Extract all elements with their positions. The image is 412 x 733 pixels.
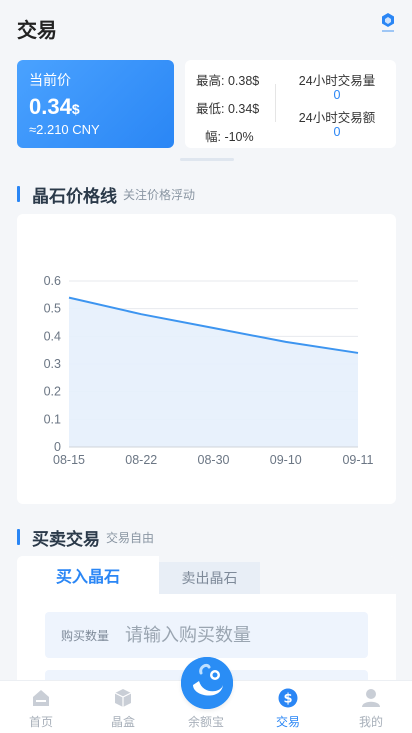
price-number: 0.34 bbox=[29, 94, 72, 119]
tab-sell[interactable]: 卖出晶石 bbox=[159, 562, 260, 594]
current-price-label: 当前价 bbox=[29, 72, 71, 88]
center-logo-button[interactable] bbox=[181, 657, 233, 709]
trade-subtitle: 交易自由 bbox=[106, 530, 155, 545]
carousel-indicator bbox=[180, 158, 234, 161]
tab-label: 首页 bbox=[28, 715, 53, 729]
chart-section-title: 晶石价格线 关注价格浮动 bbox=[17, 184, 196, 206]
header: 交易 bbox=[0, 0, 412, 52]
price-chart-card: 0 0.1 0.2 0.3 0.4 0.5 0.6 08-15 08-22 08-30 09-10 0… bbox=[17, 214, 396, 504]
tab-home[interactable]: 首页 bbox=[0, 681, 82, 733]
y-tick-label: 0.3 bbox=[44, 357, 61, 371]
tab-label: 我的 bbox=[358, 715, 383, 729]
y-tick-label: 0.2 bbox=[44, 385, 61, 399]
current-price-value: 0.34$ bbox=[29, 94, 162, 120]
section-bar bbox=[17, 529, 20, 545]
tab-label: 晶盒 bbox=[110, 715, 135, 729]
page-title: 交易 bbox=[17, 20, 57, 42]
user-icon bbox=[362, 689, 380, 707]
price-cny: ≈2.210 CNY bbox=[29, 122, 100, 137]
stat-change: 幅: -10% bbox=[205, 130, 254, 144]
tab-label: 交易 bbox=[275, 715, 300, 729]
tab-mine[interactable]: 我的 bbox=[330, 681, 412, 733]
amount-label: 24小时交易额 bbox=[298, 111, 376, 125]
tab-spacer bbox=[260, 556, 396, 594]
price-stats-card: 最高: 0.38$ 最低: 0.34$ 幅: -10% 24小时交易量 0 24… bbox=[185, 60, 396, 148]
wallet-logo-icon bbox=[181, 657, 233, 709]
amount-value: 0 bbox=[333, 125, 341, 139]
price-unit: $ bbox=[71, 101, 80, 117]
volume-value: 0 bbox=[333, 88, 341, 102]
svg-text:$: $ bbox=[283, 692, 292, 707]
tab-buy[interactable]: 买入晶石 bbox=[17, 556, 159, 594]
y-tick-label: 0 bbox=[54, 440, 61, 454]
x-tick-label: 08-30 bbox=[198, 453, 230, 467]
x-tick-label: 09-10 bbox=[270, 453, 302, 467]
series-area bbox=[69, 297, 358, 447]
tab-box[interactable]: 晶盒 bbox=[82, 681, 164, 733]
trade-section-title: 买卖交易 交易自由 bbox=[17, 527, 155, 549]
x-tick-label: 08-22 bbox=[125, 453, 157, 467]
tab-label: 余额宝 bbox=[187, 715, 224, 729]
y-tick-label: 0.5 bbox=[44, 302, 61, 316]
chart-title: 晶石价格线 bbox=[32, 186, 117, 206]
price-chart: 0 0.1 0.2 0.3 0.4 0.5 0.6 08-15 08-22 08-30 09-10 0… bbox=[44, 274, 374, 467]
dollar-icon: $ bbox=[278, 688, 298, 708]
trade-title: 买卖交易 bbox=[32, 529, 100, 549]
y-tick-label: 0.1 bbox=[44, 412, 61, 426]
y-tick-label: 0.6 bbox=[44, 274, 61, 288]
volume-label: 24小时交易量 bbox=[298, 74, 376, 88]
stat-high: 最高: 0.38$ bbox=[196, 74, 260, 88]
stat-low: 最低: 0.34$ bbox=[196, 102, 260, 116]
stats-divider bbox=[275, 84, 276, 122]
chart-subtitle: 关注价格浮动 bbox=[123, 187, 196, 202]
quantity-label: 购买数量 bbox=[61, 628, 110, 643]
home-icon bbox=[33, 690, 49, 706]
box-icon bbox=[114, 689, 132, 707]
quantity-input[interactable] bbox=[125, 624, 346, 646]
tab-trade[interactable]: $ 交易 bbox=[247, 681, 329, 733]
current-price-card: 当前价 0.34$ ≈2.210 CNY bbox=[17, 60, 174, 148]
crystal-logo-icon[interactable] bbox=[380, 12, 396, 34]
y-tick-label: 0.4 bbox=[44, 329, 61, 343]
x-tick-label: 09-11 bbox=[342, 453, 373, 467]
section-bar bbox=[17, 186, 20, 202]
quantity-row: 购买数量 bbox=[45, 612, 368, 658]
x-tick-label: 08-15 bbox=[53, 453, 85, 467]
